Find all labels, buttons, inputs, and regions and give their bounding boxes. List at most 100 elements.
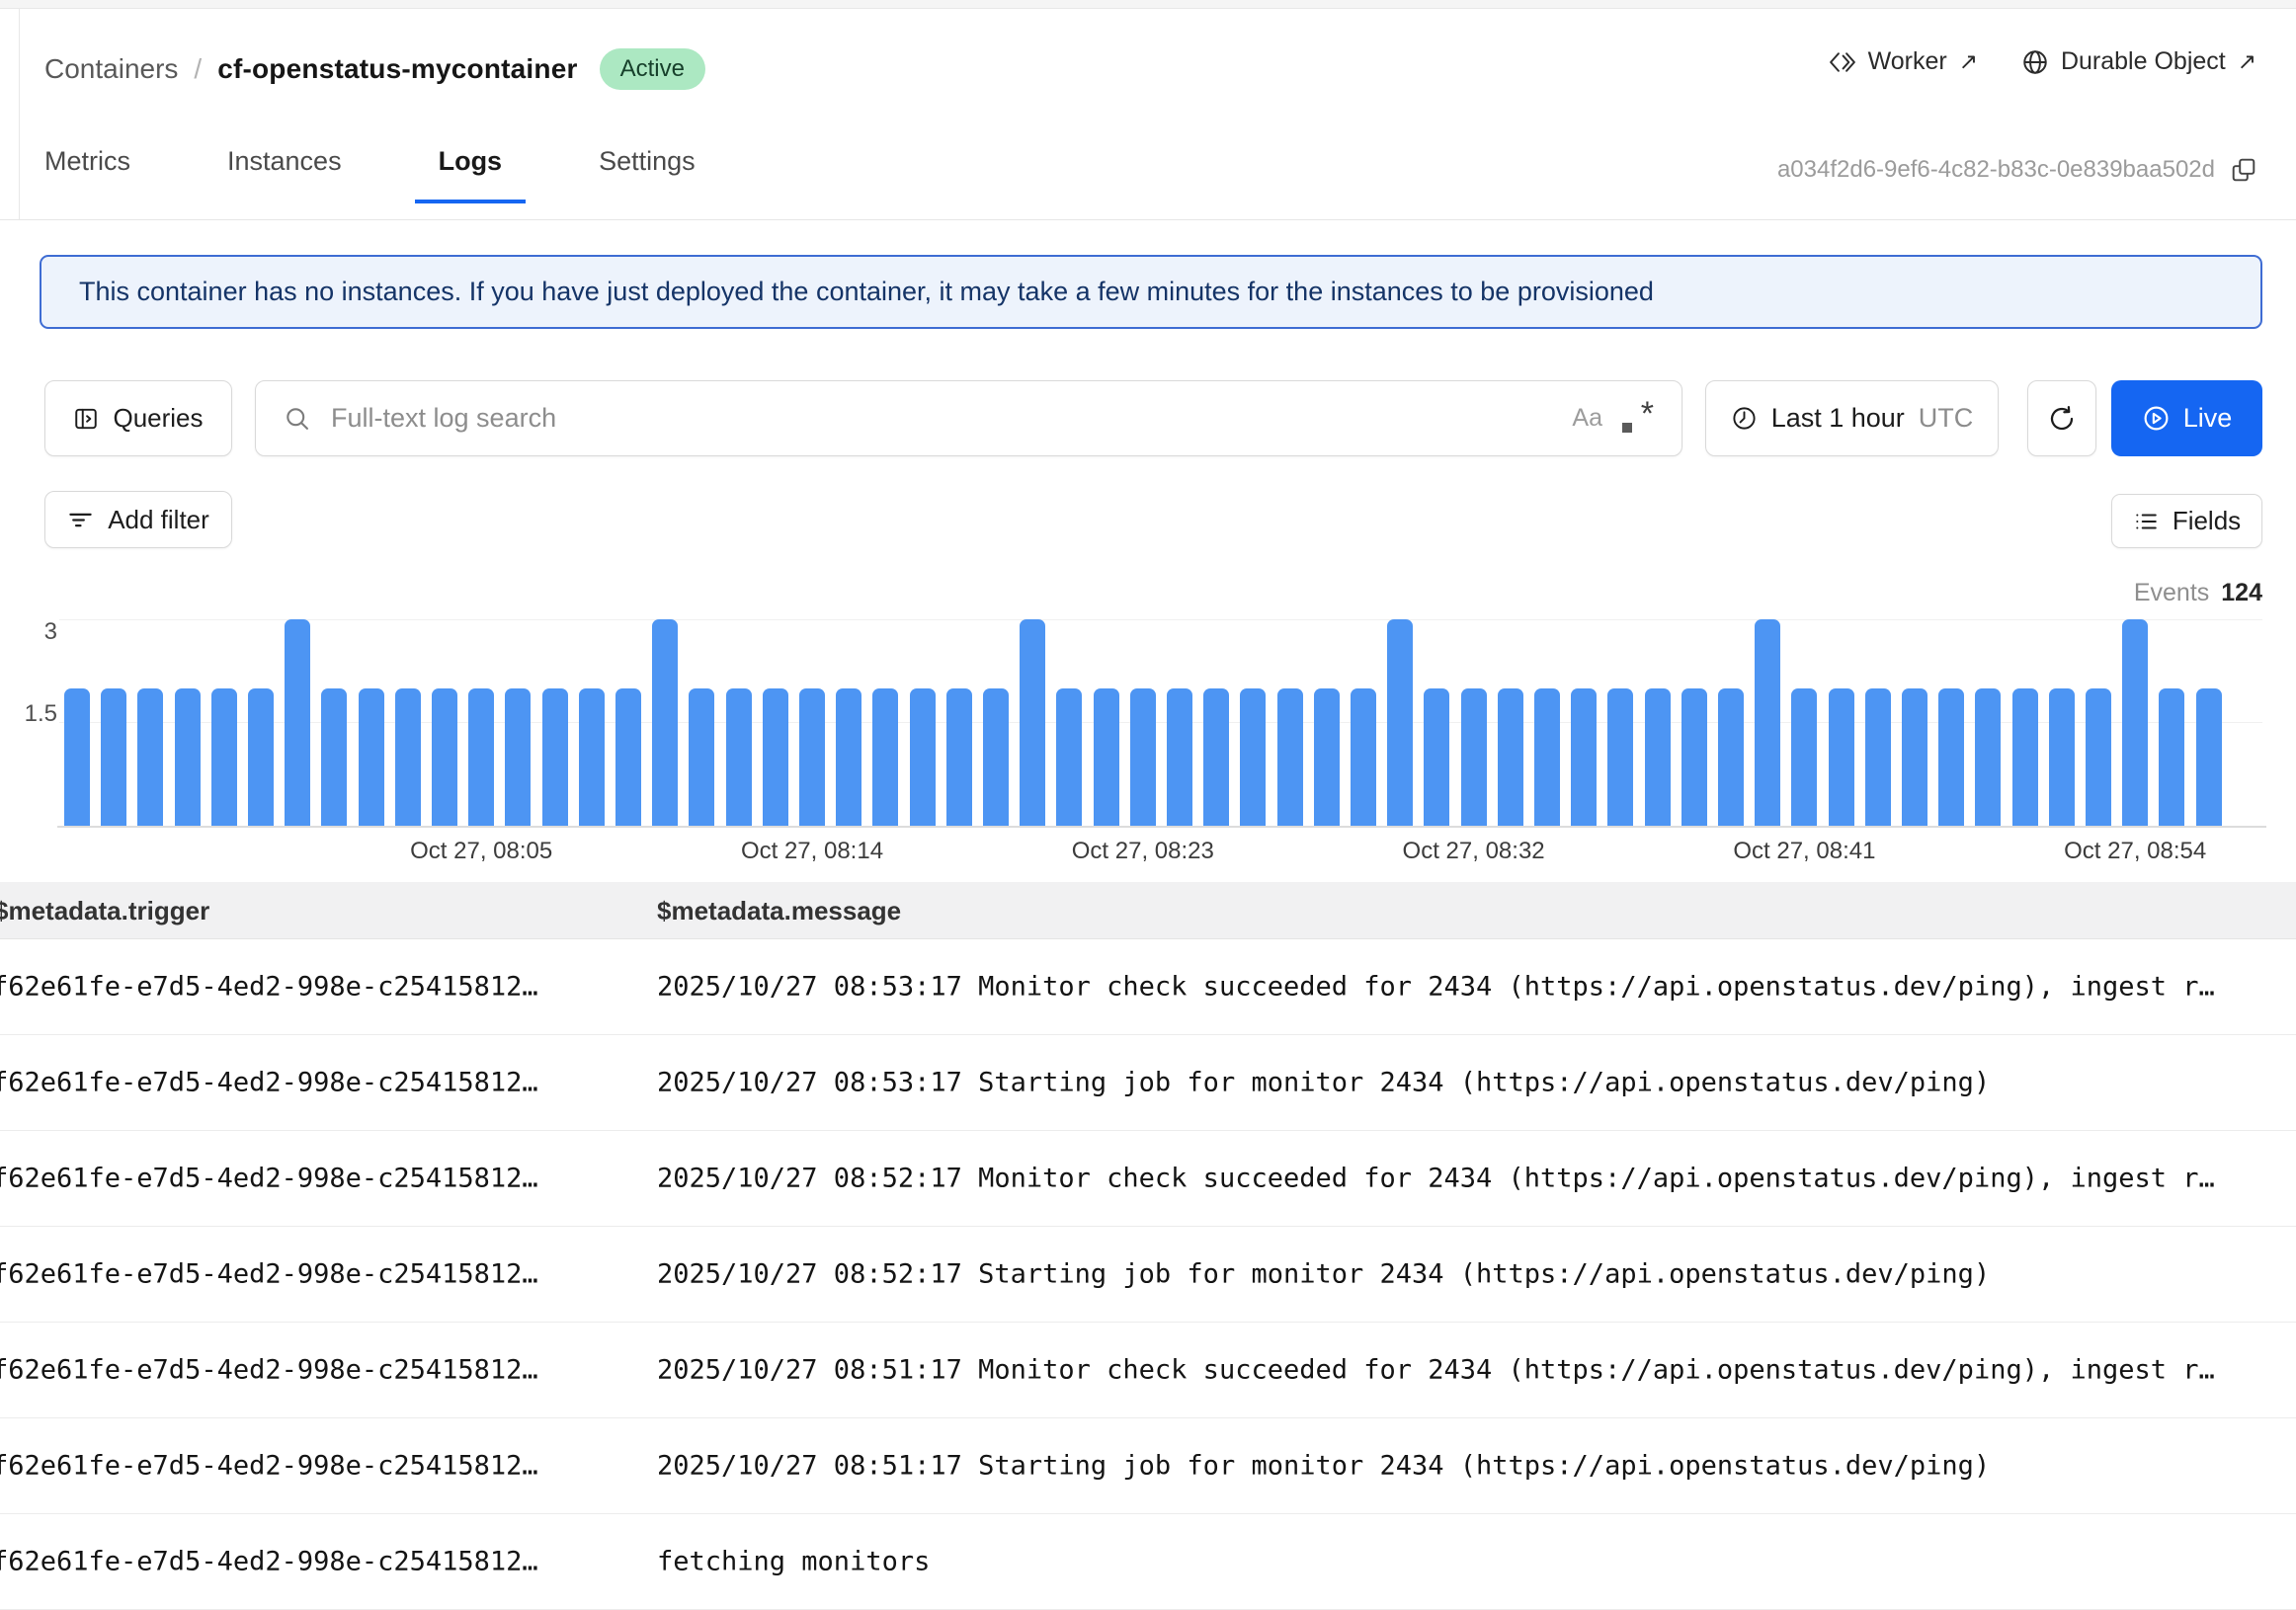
fields-button-label: Fields [2173, 506, 2241, 536]
chart-bar[interactable] [101, 688, 126, 826]
regex-toggle-icon[interactable]: * [1620, 401, 1654, 437]
chart-bar[interactable] [1240, 688, 1266, 826]
chart-bar[interactable] [1314, 688, 1340, 826]
chart-bar[interactable] [175, 688, 201, 826]
chart-bar[interactable] [248, 688, 274, 826]
chart-bar[interactable] [1791, 688, 1817, 826]
chart-bar[interactable] [1130, 688, 1156, 826]
chart-bar[interactable] [836, 688, 861, 826]
chart-bar[interactable] [872, 688, 898, 826]
log-table-row[interactable]: f62e61fe-e7d5-4ed2-998e-c25415812…2025/1… [0, 1418, 2296, 1514]
chart-bar[interactable] [1865, 688, 1891, 826]
refresh-button[interactable] [2027, 380, 2096, 456]
log-table-row[interactable]: f62e61fe-e7d5-4ed2-998e-c25415812…2025/1… [0, 1227, 2296, 1323]
fields-button[interactable]: Fields [2111, 494, 2262, 548]
chart-bar[interactable] [1020, 619, 1045, 826]
chart-bar[interactable] [2159, 688, 2184, 826]
chart-bar[interactable] [579, 688, 605, 826]
chart-bar[interactable] [615, 688, 641, 826]
cell-trigger: f62e61fe-e7d5-4ed2-998e-c25415812… [0, 1259, 538, 1290]
worker-link[interactable]: Worker ↗ [1829, 47, 1978, 76]
tab-instances[interactable]: Instances [204, 146, 366, 203]
live-button[interactable]: Live [2111, 380, 2262, 456]
log-table-row[interactable]: f62e61fe-e7d5-4ed2-998e-c25415812…2025/1… [0, 1035, 2296, 1131]
chart-bar[interactable] [395, 688, 421, 826]
chart-bar[interactable] [1534, 688, 1560, 826]
queries-button[interactable]: Queries [44, 380, 232, 456]
chart-bar[interactable] [1424, 688, 1449, 826]
chart-bar[interactable] [359, 688, 384, 826]
log-table-row[interactable]: f62e61fe-e7d5-4ed2-998e-c25415812…2025/1… [0, 939, 2296, 1035]
chart-bar[interactable] [1387, 619, 1413, 826]
chart-bar[interactable] [1607, 688, 1633, 826]
tab-metrics[interactable]: Metrics [21, 146, 154, 203]
container-id-row: a034f2d6-9ef6-4c82-b83c-0e839baa502d [1777, 156, 2256, 184]
chart-bar[interactable] [1571, 688, 1597, 826]
chart-bar[interactable] [799, 688, 825, 826]
search-input[interactable] [329, 402, 1554, 435]
x-axis-line [57, 826, 2266, 828]
chart-bar[interactable] [2012, 688, 2038, 826]
chart-bar[interactable] [1203, 688, 1229, 826]
cell-trigger: f62e61fe-e7d5-4ed2-998e-c25415812… [0, 1068, 538, 1098]
chart-bar[interactable] [1498, 688, 1523, 826]
events-count: 124 [2221, 579, 2262, 607]
add-filter-button[interactable]: Add filter [44, 491, 232, 548]
chart-bar[interactable] [542, 688, 568, 826]
log-table-body: f62e61fe-e7d5-4ed2-998e-c25415812… 2025/1… [0, 939, 2296, 1610]
chart-bar[interactable] [652, 619, 678, 826]
chart-bar[interactable] [137, 688, 163, 826]
column-header-trigger: $metadata.trigger [0, 896, 209, 926]
chart-bar[interactable] [211, 688, 237, 826]
cell-message: 2025/10/27 08:52:17 Monitor check succee… [657, 1164, 2215, 1194]
log-table-row[interactable]: f62e61fe-e7d5-4ed2-998e-c25415812…fetchi… [0, 1514, 2296, 1610]
chart-bar[interactable] [2122, 619, 2148, 826]
chart-bar[interactable] [1902, 688, 1927, 826]
chart-bar[interactable] [64, 688, 90, 826]
chart-bar[interactable] [1351, 688, 1376, 826]
chart-bar[interactable] [2086, 688, 2111, 826]
external-arrow-icon: ↗ [2238, 48, 2256, 75]
tab-settings[interactable]: Settings [575, 146, 719, 203]
column-header-message: $metadata.message [657, 896, 901, 926]
chart-bar[interactable] [1056, 688, 1082, 826]
chart-bar[interactable] [1277, 688, 1303, 826]
chart-bar[interactable] [1094, 688, 1119, 826]
external-arrow-icon: ↗ [1959, 48, 1978, 75]
log-table-row[interactable]: f62e61fe-e7d5-4ed2-998e-c25415812…2025/1… [0, 1323, 2296, 1418]
breadcrumb-containers-link[interactable]: Containers [44, 53, 178, 85]
chart-bar[interactable] [726, 688, 752, 826]
log-table-row[interactable]: f62e61fe-e7d5-4ed2-998e-c25415812…2025/1… [0, 1131, 2296, 1227]
chart-bar[interactable] [1975, 688, 2001, 826]
chart-bar[interactable] [1645, 688, 1671, 826]
chart-bar[interactable] [1461, 688, 1487, 826]
chart-bar[interactable] [689, 688, 714, 826]
tab-logs[interactable]: Logs [415, 146, 527, 203]
time-range-button[interactable]: Last 1 hour UTC [1705, 380, 1999, 456]
chart-bar[interactable] [1718, 688, 1744, 826]
panel-queries-icon [73, 406, 99, 432]
cell-trigger: f62e61fe-e7d5-4ed2-998e-c25415812… [0, 1355, 538, 1386]
case-sensitive-toggle[interactable]: Aa [1572, 404, 1602, 433]
chart-bar[interactable] [1938, 688, 1964, 826]
chart-bar[interactable] [321, 688, 347, 826]
chart-bar[interactable] [910, 688, 936, 826]
tab-bar: Metrics Instances Logs Settings [21, 146, 719, 203]
chart-bar[interactable] [505, 688, 531, 826]
copy-icon[interactable] [2231, 157, 2256, 183]
chart-bar[interactable] [1829, 688, 1854, 826]
chart-bar[interactable] [2049, 688, 2075, 826]
chart-bar[interactable] [1755, 619, 1780, 826]
chart-bar[interactable] [983, 688, 1009, 826]
chart-bar[interactable] [432, 688, 457, 826]
chart-bar[interactable] [2196, 688, 2222, 826]
chart-bar[interactable] [285, 619, 310, 826]
events-bar-chart[interactable] [64, 619, 2238, 826]
worker-link-label: Worker [1868, 47, 1947, 76]
chart-bar[interactable] [763, 688, 788, 826]
durable-object-link[interactable]: Durable Object ↗ [2021, 47, 2256, 76]
chart-bar[interactable] [1167, 688, 1192, 826]
chart-bar[interactable] [1681, 688, 1707, 826]
chart-bar[interactable] [468, 688, 494, 826]
chart-bar[interactable] [946, 688, 972, 826]
